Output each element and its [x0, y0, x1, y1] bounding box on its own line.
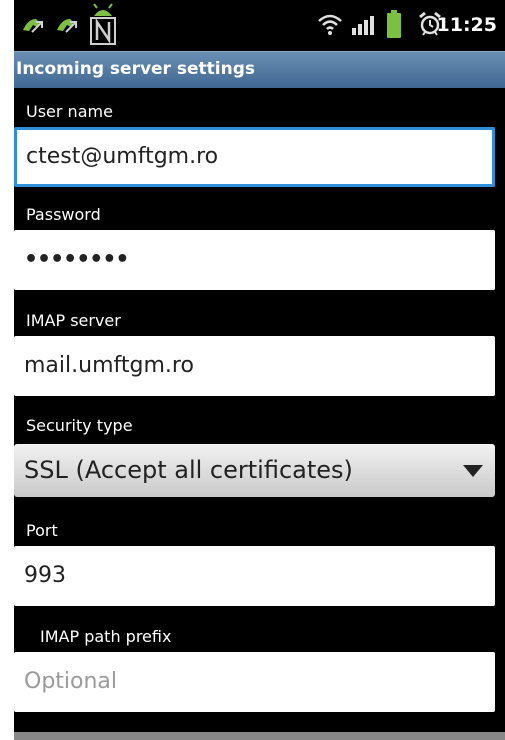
username-label: User name — [26, 102, 113, 121]
status-bar: 11:25 — [14, 0, 505, 51]
status-clock: 11:25 — [436, 14, 497, 36]
imap-server-label: IMAP server — [26, 311, 121, 330]
battery-icon — [387, 10, 401, 38]
imap-server-value: mail.umftgm.ro — [24, 353, 194, 378]
username-field[interactable]: ctest@umftgm.ro — [14, 127, 495, 187]
port-value: 993 — [24, 563, 66, 588]
wifi-icon — [318, 14, 342, 35]
imap-path-prefix-field[interactable]: Optional — [14, 652, 495, 712]
page-title: Incoming server settings — [16, 59, 255, 79]
imap-server-field[interactable]: mail.umftgm.ro — [14, 336, 495, 396]
signal-icon — [352, 16, 374, 35]
imap-path-prefix-label: IMAP path prefix — [40, 627, 172, 646]
port-label: Port — [26, 521, 58, 540]
title-bar: Incoming server settings — [14, 51, 505, 88]
security-type-label: Security type — [26, 416, 133, 435]
missed-call-icon — [57, 19, 77, 33]
password-value: •••••••• — [24, 247, 129, 272]
dropdown-arrow-icon — [463, 465, 483, 477]
password-field[interactable]: •••••••• — [14, 230, 495, 290]
port-field[interactable]: 993 — [14, 546, 495, 606]
imap-path-prefix-placeholder: Optional — [24, 669, 118, 694]
email-settings-screen: 11:25 Incoming server settings User name… — [14, 0, 505, 740]
android-notification-icon — [90, 3, 116, 45]
username-value: ctest@umftgm.ro — [26, 144, 219, 169]
scroll-edge-strip — [14, 732, 505, 740]
security-type-dropdown[interactable]: SSL (Accept all certificates) — [14, 444, 495, 497]
missed-call-icon — [23, 19, 43, 33]
password-label: Password — [26, 205, 101, 224]
security-type-value: SSL (Accept all certificates) — [24, 456, 353, 484]
